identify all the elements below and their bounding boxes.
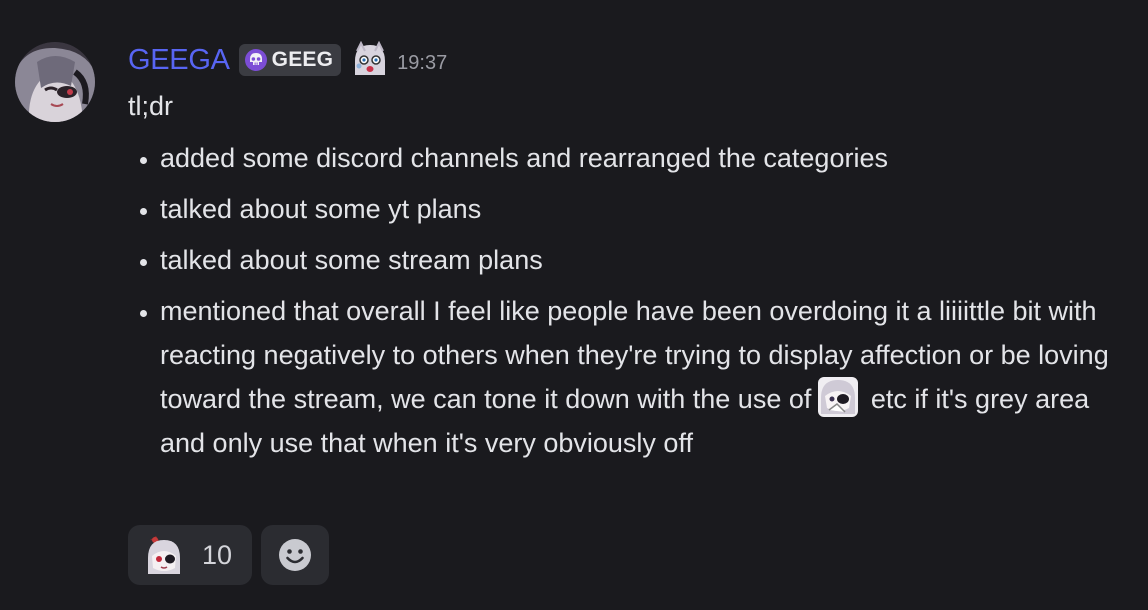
bullet-list: added some discord channels and rearrang…: [128, 136, 1128, 465]
server-tag-label: GEEG: [271, 48, 334, 71]
list-item: added some discord channels and rearrang…: [160, 136, 1128, 180]
timestamp: 19:37: [397, 51, 448, 74]
role-icon[interactable]: [351, 41, 389, 79]
reaction-button[interactable]: 10: [128, 525, 253, 585]
server-tag[interactable]: GEEG: [238, 44, 342, 76]
list-item: talked about some yt plans: [160, 187, 1128, 231]
username[interactable]: GEEGA: [128, 44, 230, 77]
list-item: talked about some stream plans: [160, 238, 1128, 282]
skull-icon: [244, 49, 267, 71]
message-content: tl;dr added some discord channels and re…: [128, 84, 1128, 472]
message-header: GEEGA GEEG 19:37: [128, 40, 447, 80]
list-item: mentioned that overall I feel like peopl…: [160, 289, 1128, 465]
anime-girl-emoji-icon: [148, 536, 180, 574]
avatar-image: [15, 42, 95, 122]
avatar[interactable]: [15, 42, 95, 122]
add-reaction-button[interactable]: [261, 525, 330, 585]
custom-emoji[interactable]: [815, 374, 861, 420]
smiley-face-icon: [279, 539, 312, 571]
reactions-bar: 10: [128, 525, 330, 585]
eyepatch-girl-emoji-icon: [818, 376, 859, 417]
message-intro: tl;dr: [128, 91, 174, 121]
reaction-count: 10: [202, 539, 233, 570]
